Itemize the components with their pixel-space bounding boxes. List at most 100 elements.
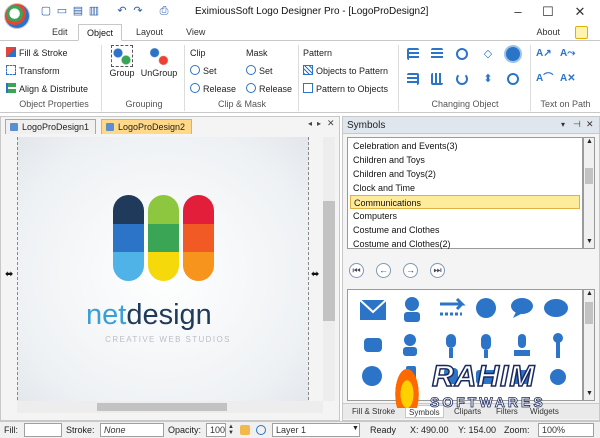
tab-object[interactable]: Object bbox=[78, 24, 123, 41]
print-icon[interactable]: ⎙ bbox=[158, 5, 170, 18]
last-page-button[interactable]: ⏭ bbox=[430, 263, 445, 278]
list-item[interactable]: Costume and Clothes bbox=[350, 223, 580, 237]
fill-stroke-button[interactable]: Fill & Stroke bbox=[6, 47, 68, 60]
hand-symbol-icon[interactable] bbox=[444, 368, 458, 384]
opacity-input[interactable]: 100 bbox=[206, 423, 226, 437]
tab-symbols[interactable]: Symbols bbox=[405, 405, 444, 418]
grid-scrollbar[interactable]: ▲ ▼ bbox=[583, 289, 595, 401]
pager-symbol-icon[interactable] bbox=[512, 370, 530, 384]
maximize-icon[interactable]: ☐ bbox=[536, 3, 560, 21]
flip-vertical-icon[interactable]: ⬍ bbox=[482, 73, 494, 85]
save-all-icon[interactable]: ▥ bbox=[88, 5, 100, 18]
transform-button[interactable]: Transform bbox=[6, 65, 60, 78]
resize-handle-right[interactable]: ⬌ bbox=[311, 269, 319, 280]
speaker-head-symbol-icon[interactable] bbox=[362, 366, 382, 386]
tab-view[interactable]: View bbox=[178, 24, 213, 41]
panel-close-icon[interactable]: ✕ bbox=[586, 119, 594, 130]
vertical-scrollbar[interactable] bbox=[323, 137, 335, 401]
arrows-symbol-icon[interactable] bbox=[440, 297, 466, 316]
scroll-thumb[interactable] bbox=[323, 201, 335, 321]
handheld-mic-symbol-icon[interactable] bbox=[553, 333, 563, 358]
align-bottom-icon[interactable] bbox=[431, 73, 443, 85]
email-symbol-icon[interactable] bbox=[359, 299, 387, 320]
text-remove-path-icon[interactable]: A✕ bbox=[560, 73, 576, 85]
symbol-grid[interactable] bbox=[347, 289, 583, 401]
person-headset-symbol-icon[interactable] bbox=[404, 297, 420, 322]
scroll-down-icon[interactable]: ▼ bbox=[586, 238, 593, 245]
radio-symbol-icon[interactable] bbox=[476, 370, 496, 384]
first-page-button[interactable]: ⏮ bbox=[349, 263, 364, 278]
doc-tab-logoprodesign2[interactable]: LogoProDesign2 bbox=[101, 119, 193, 134]
close-icon[interactable]: ✕ bbox=[568, 3, 592, 21]
scroll-up-icon[interactable]: ▲ bbox=[586, 290, 593, 297]
list-item-selected[interactable]: Communications bbox=[350, 195, 580, 209]
list-item[interactable]: Costume and Clothes(2) bbox=[350, 237, 580, 251]
clip-release-button[interactable]: Release bbox=[190, 83, 236, 96]
tab-edit[interactable]: Edit bbox=[44, 24, 76, 41]
text-flip-icon[interactable]: A⤳ bbox=[560, 48, 575, 60]
eye-icon[interactable] bbox=[256, 425, 266, 435]
scroll-down-icon[interactable]: ▼ bbox=[586, 390, 593, 397]
scroll-thumb[interactable] bbox=[585, 168, 593, 184]
head-symbol-icon[interactable] bbox=[476, 298, 496, 318]
rotate-icon[interactable] bbox=[456, 48, 468, 60]
align-distribute-button[interactable]: Align & Distribute bbox=[6, 83, 88, 96]
save-icon[interactable]: ▤ bbox=[72, 5, 84, 18]
stroke-value[interactable]: None bbox=[100, 423, 164, 437]
person-speaking-symbol-icon[interactable] bbox=[403, 334, 417, 356]
text-on-path-icon[interactable]: A↗ bbox=[536, 48, 552, 60]
panel-pin-icon[interactable]: ⊣ bbox=[573, 119, 581, 130]
microphone-symbol-icon[interactable] bbox=[481, 334, 491, 358]
align-left-icon[interactable] bbox=[407, 48, 419, 60]
podium-mic-symbol-icon[interactable] bbox=[514, 334, 530, 356]
list-item[interactable]: Celebration and Events(3) bbox=[350, 139, 580, 153]
list-scrollbar[interactable]: ▲ ▼ bbox=[583, 137, 595, 249]
close-document-icon[interactable]: ✕ bbox=[327, 118, 335, 129]
refresh-icon[interactable] bbox=[507, 73, 519, 85]
resize-handle-left[interactable]: ⬌ bbox=[5, 269, 13, 280]
tab-filters[interactable]: Filters bbox=[493, 405, 521, 418]
undo-icon[interactable]: ↶ bbox=[116, 5, 128, 18]
view-icon[interactable] bbox=[504, 45, 522, 63]
next-page-button[interactable]: → bbox=[403, 263, 418, 278]
align-center-icon[interactable] bbox=[431, 48, 443, 60]
list-item[interactable]: Computers bbox=[350, 209, 580, 223]
chat-bubble-symbol-icon[interactable] bbox=[511, 298, 533, 318]
clip-set-button[interactable]: Set bbox=[190, 65, 217, 78]
scroll-thumb[interactable] bbox=[97, 403, 227, 411]
tab-scroll-right-icon[interactable]: ▸ bbox=[317, 119, 321, 128]
tab-cliparts[interactable]: Cliparts bbox=[451, 405, 484, 418]
satellite-symbol-icon[interactable] bbox=[550, 369, 566, 385]
group-button[interactable]: Group bbox=[108, 45, 136, 80]
mobile-phone-symbol-icon[interactable] bbox=[406, 366, 416, 386]
about-link[interactable]: About bbox=[536, 27, 560, 37]
layer-select[interactable]: Layer 1 bbox=[272, 423, 360, 437]
list-item[interactable]: Children and Toys bbox=[350, 153, 580, 167]
tab-scroll-left-icon[interactable]: ◂ bbox=[308, 119, 312, 128]
open-icon[interactable]: ▭ bbox=[56, 5, 68, 18]
text-align-path-icon[interactable]: A⌒ bbox=[536, 73, 553, 85]
list-item[interactable]: Children and Toys(2) bbox=[350, 167, 580, 181]
objects-to-pattern-button[interactable]: Objects to Pattern bbox=[303, 65, 388, 78]
align-right-icon[interactable] bbox=[407, 73, 419, 85]
minimize-icon[interactable]: – bbox=[506, 3, 530, 21]
pattern-to-objects-button[interactable]: Pattern to Objects bbox=[303, 83, 388, 96]
new-icon[interactable]: ▢ bbox=[40, 5, 52, 18]
mask-release-button[interactable]: Release bbox=[246, 83, 292, 96]
lock-icon[interactable] bbox=[240, 425, 250, 435]
tab-fill-stroke[interactable]: Fill & Stroke bbox=[349, 405, 398, 418]
ungroup-button[interactable]: UnGroup bbox=[140, 45, 178, 80]
prev-page-button[interactable]: ← bbox=[376, 263, 391, 278]
telephone-symbol-icon[interactable] bbox=[364, 338, 382, 352]
design-canvas[interactable]: netdesign CREATIVE WEB STUDIOS bbox=[17, 137, 309, 410]
horizontal-scrollbar[interactable] bbox=[17, 401, 323, 413]
category-list[interactable]: Celebration and Events(3) Children and T… bbox=[347, 137, 583, 249]
panel-menu-icon[interactable]: ▾ bbox=[561, 120, 565, 129]
list-item[interactable]: Clock and Time bbox=[350, 181, 580, 195]
scroll-up-icon[interactable]: ▲ bbox=[586, 138, 593, 145]
tab-widgets[interactable]: Widgets bbox=[527, 405, 562, 418]
rotate-counterclockwise-icon[interactable] bbox=[456, 73, 468, 85]
chevron-down-icon[interactable]: ▼ bbox=[352, 425, 359, 432]
doc-tab-logoprodesign1[interactable]: LogoProDesign1 bbox=[5, 119, 97, 134]
help-icon[interactable] bbox=[575, 26, 588, 39]
